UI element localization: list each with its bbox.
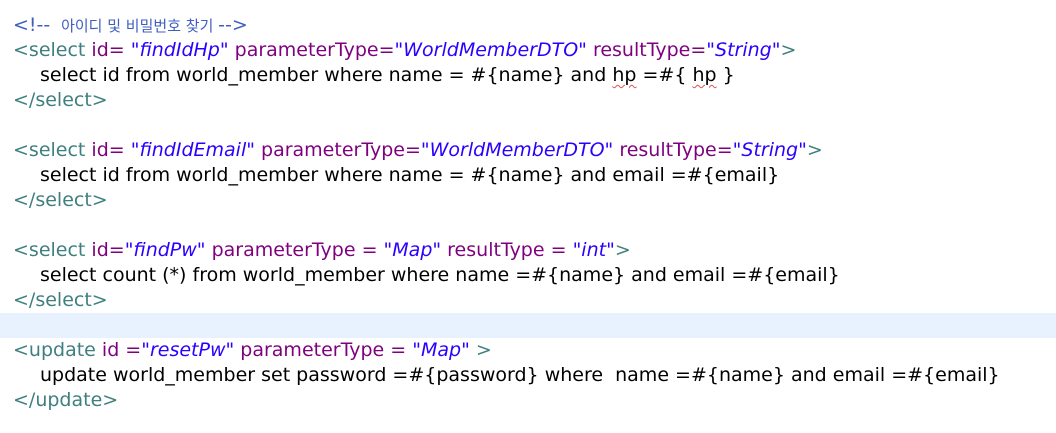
closing-tag: </update> (13, 389, 119, 411)
code-line-comment[interactable]: <!-- 아이디 및 비밀번호 찾기 --> (0, 13, 1056, 38)
tag-close-bracket: > (469, 339, 492, 361)
code-line-update-open[interactable]: <update id ="resetPw" parameterType = "M… (0, 338, 1056, 363)
code-line-select-open[interactable]: <select id= "findIdHp" parameterType="Wo… (0, 38, 1056, 63)
sql-text-misspelled: hp (692, 64, 717, 86)
code-line-select-open[interactable]: <select id= "findIdEmail" parameterType=… (0, 138, 1056, 163)
attr-id: id= (85, 139, 125, 161)
sql-text-misspelled: hp (612, 64, 637, 86)
attr-value-result-type: "String" (732, 139, 807, 161)
closing-tag: </select> (13, 89, 108, 111)
attr-value-id: "findIdHp" (124, 39, 229, 61)
sql-text: } (716, 64, 735, 86)
tag-close-bracket: > (780, 39, 797, 61)
attr-value-parameter-type: "WorldMemberDTO" (394, 39, 587, 61)
comment-close: --> (218, 14, 248, 36)
closing-tag: </select> (13, 189, 108, 211)
code-line-update-close[interactable]: </update> (0, 388, 1056, 413)
sql-text: select id from world_member where name =… (40, 64, 613, 86)
code-line-sql[interactable]: update world_member set password =#{pass… (0, 363, 1056, 388)
comment-text: 아이디 및 비밀번호 찾기 (56, 17, 219, 35)
attr-parameter-type: parameterType= (228, 39, 395, 61)
attr-result-type: resultType = (441, 239, 573, 261)
attr-result-type: resultType= (613, 139, 733, 161)
tag-close-bracket: > (614, 239, 631, 261)
closing-tag: </select> (13, 289, 108, 311)
code-line-select-close[interactable]: </select> (0, 288, 1056, 313)
attr-id: id= (85, 39, 125, 61)
attr-id: id = (95, 339, 142, 361)
attr-value-parameter-type: "Map" (383, 239, 442, 261)
code-line-sql[interactable]: select id from world_member where name =… (0, 163, 1056, 188)
tag-name: <select (13, 39, 86, 61)
attr-parameter-type: parameterType = (205, 239, 384, 261)
attr-value-id: "findIdEmail" (124, 139, 255, 161)
attr-value-result-type: "int" (572, 239, 615, 261)
attr-value-result-type: "String" (706, 39, 781, 61)
code-line-blank[interactable] (0, 213, 1056, 238)
sql-text: select count (*) from world_member where… (40, 264, 840, 286)
tag-name: <select (13, 139, 86, 161)
tag-name: <select (13, 239, 86, 261)
attr-parameter-type: parameterType = (234, 339, 413, 361)
sql-text: update world_member set password =#{pass… (40, 364, 1000, 386)
attr-value-parameter-type: "Map" (412, 339, 470, 361)
code-editor[interactable]: <!-- 아이디 및 비밀번호 찾기 --> <select id= "find… (0, 0, 1056, 433)
code-line-blank[interactable] (0, 113, 1056, 138)
code-line-select-open[interactable]: <select id="findPw" parameterType = "Map… (0, 238, 1056, 263)
code-line-select-close[interactable]: </select> (0, 88, 1056, 113)
sql-text: select id from world_member where name =… (40, 164, 780, 186)
attr-value-id: "resetPw" (141, 339, 235, 361)
comment-open: <!-- (13, 14, 57, 36)
attr-result-type: resultType= (586, 39, 707, 61)
attr-value-id: "findPw" (124, 239, 206, 261)
attr-parameter-type: parameterType= (254, 139, 421, 161)
sql-text: =#{ (636, 64, 693, 86)
code-line-select-close[interactable]: </select> (0, 188, 1056, 213)
attr-value-parameter-type: "WorldMemberDTO" (420, 139, 614, 161)
code-line-sql[interactable]: select count (*) from world_member where… (0, 263, 1056, 288)
attr-id: id= (85, 239, 125, 261)
code-line-current-blank[interactable] (0, 313, 1056, 338)
code-line-sql[interactable]: select id from world_member where name =… (0, 63, 1056, 88)
tag-name: <update (13, 339, 96, 361)
tag-close-bracket: > (806, 139, 823, 161)
